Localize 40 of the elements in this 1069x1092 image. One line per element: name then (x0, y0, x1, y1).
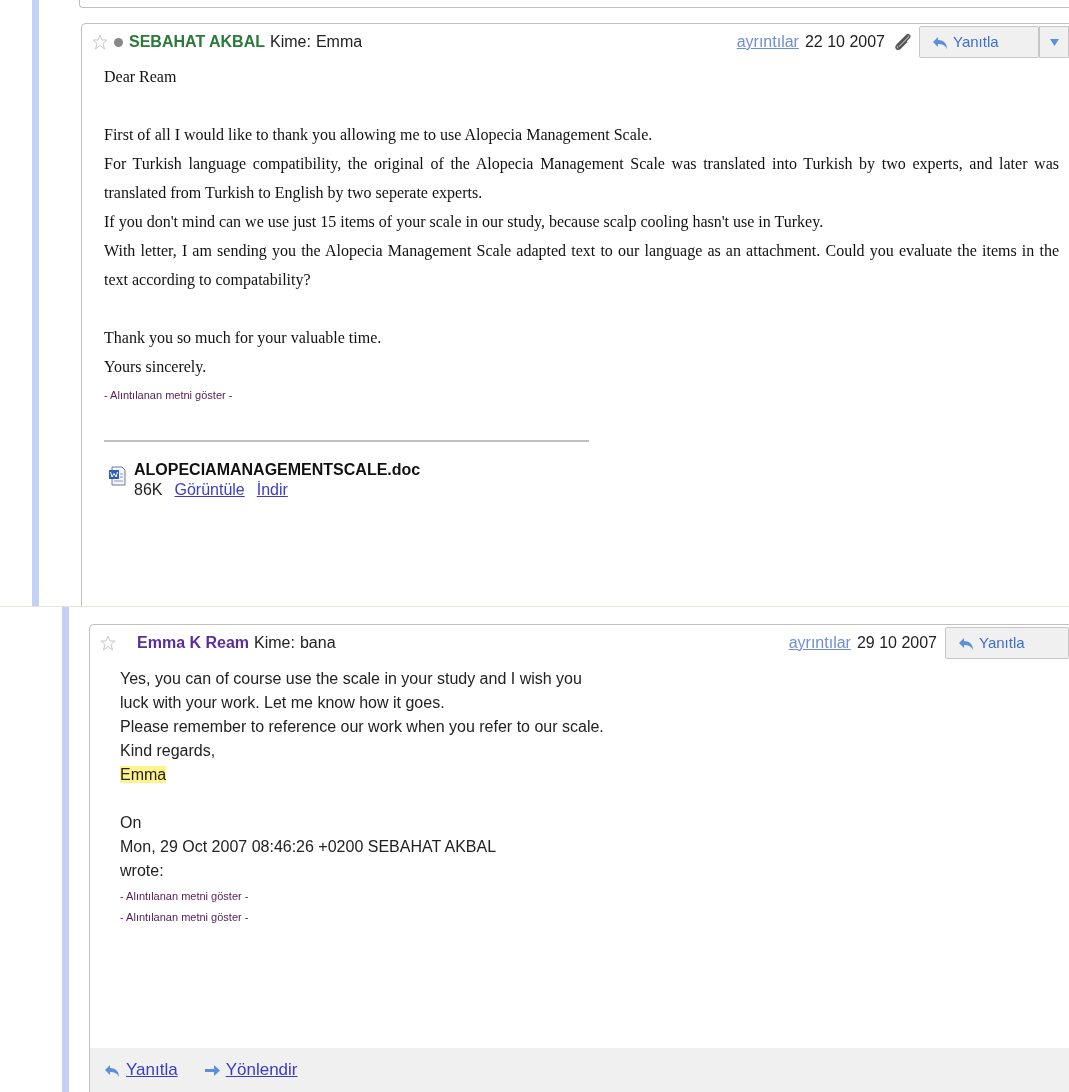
message-date: 29 10 2007 (856, 633, 937, 653)
body-text: Yes, you can of course use the scale in your study and I wish you (120, 670, 582, 687)
reply-button[interactable]: Yanıtla (919, 26, 1039, 58)
recipient-name: bana (299, 633, 336, 653)
star-icon[interactable] (100, 635, 116, 651)
show-quoted-link[interactable]: - Alıntılanan metni göster - (120, 890, 249, 902)
body-text: Dear Ream (104, 67, 178, 87)
body-text: First of all I would like to thank you allowing me to use Alopecia Management Scale. (104, 125, 654, 146)
attachment-name: ALOPECIAMANAGEMENTSCALE.doc (134, 460, 421, 480)
show-quoted-link[interactable]: - Alıntılanan metni göster - (104, 389, 233, 401)
message-date: 22 10 2007 (804, 32, 885, 52)
body-text: luck with your work. Let me know how it goes. (120, 694, 445, 711)
footer-link[interactable]: Yanıtla (104, 1057, 178, 1083)
caret-icon (1049, 38, 1059, 46)
body-text: For Turkish language compatibility, the original of the Alopecia Management Scale was translated into Turkish by two experts, and later was translated from Turkish to English by two seperate experts. (104, 154, 1059, 204)
recipient-name: Emma (315, 32, 363, 52)
arrow-right-icon (203, 1062, 222, 1078)
body-text: If you don't mind can we use just 15 items of your scale in our study, because scalp cooling hasn't use in Turkey. (104, 212, 825, 233)
body-text: With letter, I am sending you the Alopecia Management Scale adapted text to our language as an attachment. Could you evaluate the items in the text according to compatability? (104, 241, 1059, 291)
show-quoted-link[interactable]: - Alıntılanan metni göster - (120, 911, 249, 923)
reply-button[interactable]: Yanıtla (945, 627, 1069, 659)
document-icon (108, 466, 126, 486)
recipient-label: Kime: (254, 633, 295, 653)
body-text: Emma (120, 766, 167, 783)
attachment-link[interactable]: İndir (256, 480, 288, 500)
body-text: On (120, 814, 142, 831)
body-text: Kind regards, (120, 742, 216, 759)
body-text: wrote: (120, 862, 164, 879)
menu-button[interactable] (1039, 26, 1069, 58)
body-text: Please remember to reference our work when you refer to our scale. (120, 718, 604, 735)
body-text: Yours sincerely. (104, 357, 208, 378)
recipient-label: Kime: (270, 32, 311, 52)
star-icon[interactable] (92, 34, 108, 50)
sender-name: Emma K Ream (137, 633, 250, 653)
body-text: Mon, 29 Oct 2007 08:46:26 +0200 SEBAHAT AKBAL (120, 838, 497, 855)
attachment-link[interactable]: Görüntüle (174, 480, 245, 500)
footer-link[interactable]: Yönlendir (203, 1057, 298, 1083)
sender-name: SEBAHAT AKBAL (129, 32, 265, 52)
body-text: Thank you so much for your valuable time. (104, 328, 383, 349)
file-size: 86K (134, 480, 163, 500)
